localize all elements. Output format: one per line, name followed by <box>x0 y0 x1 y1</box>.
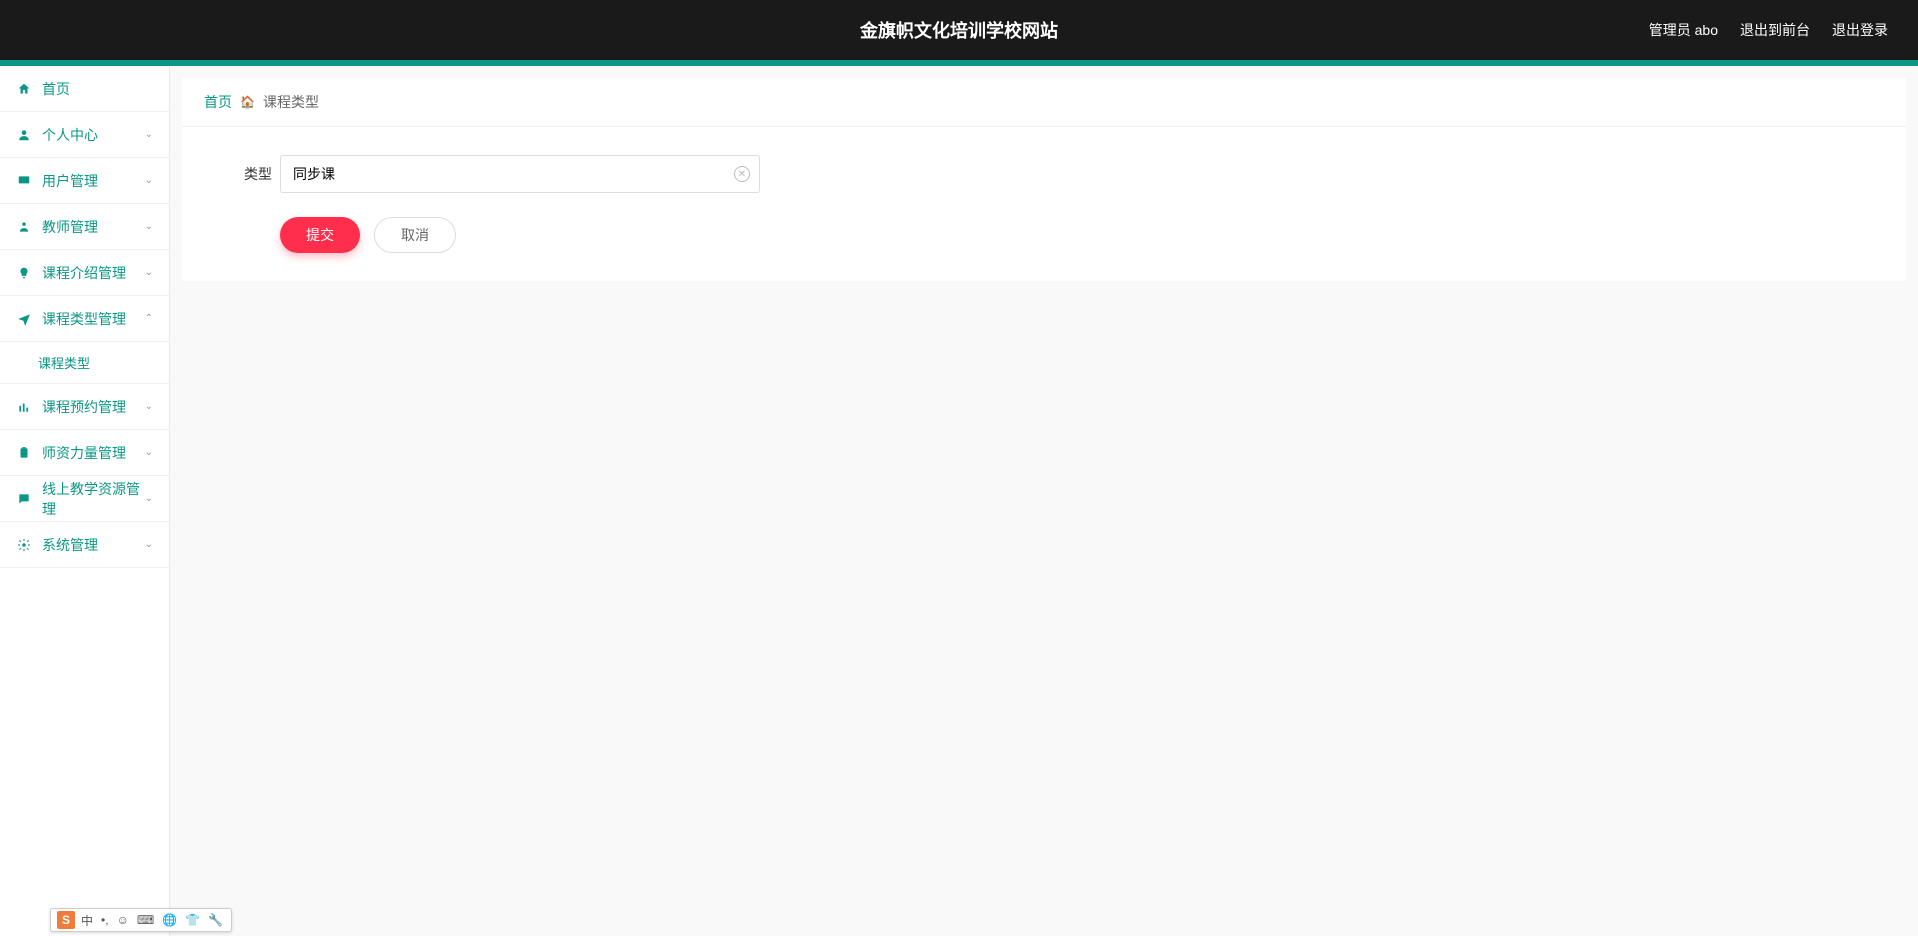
sidebar-item-label: 教师管理 <box>42 217 145 237</box>
ime-bar[interactable]: S 中 •, ☺ ⌨ 🌐 👕 🔧 <box>50 908 232 932</box>
sidebar-item-label: 课程介绍管理 <box>42 263 145 283</box>
ime-item[interactable]: 🔧 <box>206 913 225 927</box>
form-area: 类型 ✕ 提交 取消 <box>182 127 1906 281</box>
ime-item[interactable]: ⌨ <box>135 913 156 927</box>
sidebar-item-label: 线上教学资源管理 <box>42 479 145 519</box>
sidebar-item-course-booking[interactable]: 课程预约管理 ⌄ <box>0 384 169 430</box>
header: 金旗帜文化培训学校网站 管理员 abo 退出到前台 退出登录 <box>0 0 1918 60</box>
ime-item[interactable]: ☺ <box>115 913 131 927</box>
monitor-icon <box>16 173 32 189</box>
site-title: 金旗帜文化培训学校网站 <box>860 17 1058 43</box>
sidebar-item-label: 个人中心 <box>42 125 145 145</box>
sidebar-item-label: 用户管理 <box>42 171 145 191</box>
breadcrumb-current: 课程类型 <box>263 92 319 112</box>
cancel-button[interactable]: 取消 <box>374 217 456 253</box>
sidebar-item-home[interactable]: 首页 <box>0 66 169 112</box>
sidebar-item-faculty[interactable]: 师资力量管理 ⌄ <box>0 430 169 476</box>
sidebar-item-label: 课程预约管理 <box>42 397 145 417</box>
type-label: 类型 <box>222 164 272 184</box>
main-content: 首页 🏠 课程类型 类型 ✕ 提交 取消 <box>170 66 1918 936</box>
submit-button[interactable]: 提交 <box>280 217 360 253</box>
ime-logo-icon: S <box>57 911 75 929</box>
breadcrumb-home[interactable]: 首页 <box>204 92 232 112</box>
gear-icon <box>16 537 32 553</box>
breadcrumb-sep-icon: 🏠 <box>240 95 255 109</box>
sidebar-item-label: 系统管理 <box>42 535 145 555</box>
chevron-down-icon: ⌄ <box>145 267 153 278</box>
sidebar-item-system[interactable]: 系统管理 ⌄ <box>0 522 169 568</box>
bulb-icon <box>16 265 32 281</box>
chat-icon <box>16 491 32 507</box>
chevron-down-icon: ⌄ <box>145 401 153 412</box>
header-right: 管理员 abo 退出到前台 退出登录 <box>1649 20 1918 40</box>
exit-front-link[interactable]: 退出到前台 <box>1740 20 1810 40</box>
sidebar-item-teacher-mgmt[interactable]: 教师管理 ⌄ <box>0 204 169 250</box>
breadcrumb: 首页 🏠 课程类型 <box>182 78 1906 127</box>
ime-item[interactable]: 👕 <box>183 913 202 927</box>
chevron-up-icon: ⌃ <box>145 313 153 324</box>
user-icon <box>16 127 32 143</box>
sidebar-item-personal[interactable]: 个人中心 ⌄ <box>0 112 169 158</box>
chevron-down-icon: ⌄ <box>145 539 153 550</box>
ime-item[interactable]: 🌐 <box>160 913 179 927</box>
person-icon <box>16 219 32 235</box>
user-label[interactable]: 管理员 abo <box>1649 20 1718 40</box>
bars-icon <box>16 399 32 415</box>
button-row: 提交 取消 <box>222 217 1866 253</box>
sidebar-item-label: 师资力量管理 <box>42 443 145 463</box>
sidebar-item-user-mgmt[interactable]: 用户管理 ⌄ <box>0 158 169 204</box>
sidebar-item-course-intro[interactable]: 课程介绍管理 ⌄ <box>0 250 169 296</box>
chevron-down-icon: ⌄ <box>145 129 153 140</box>
chevron-down-icon: ⌄ <box>145 447 153 458</box>
home-icon <box>16 81 32 97</box>
form-row-type: 类型 ✕ <box>222 155 1866 193</box>
clipboard-icon <box>16 445 32 461</box>
sidebar-item-online-resource[interactable]: 线上教学资源管理 ⌄ <box>0 476 169 522</box>
ime-item[interactable]: •, <box>99 913 111 927</box>
clear-input-icon[interactable]: ✕ <box>734 166 750 182</box>
ime-item[interactable]: 中 <box>79 912 95 929</box>
chevron-down-icon: ⌄ <box>145 221 153 232</box>
chevron-down-icon: ⌄ <box>145 175 153 186</box>
sidebar-item-course-type[interactable]: 课程类型管理 ⌃ <box>0 296 169 342</box>
send-icon <box>16 311 32 327</box>
sidebar-subitem-course-type[interactable]: 课程类型 <box>0 342 169 384</box>
sidebar-item-label: 课程类型管理 <box>42 309 145 329</box>
logout-link[interactable]: 退出登录 <box>1832 20 1888 40</box>
sidebar-item-label: 首页 <box>42 79 153 99</box>
sidebar: 首页 个人中心 ⌄ 用户管理 ⌄ 教师管理 ⌄ 课程介绍管理 ⌄ 课程类 <box>0 66 170 936</box>
type-input[interactable] <box>280 155 760 193</box>
chevron-down-icon: ⌄ <box>145 493 153 504</box>
